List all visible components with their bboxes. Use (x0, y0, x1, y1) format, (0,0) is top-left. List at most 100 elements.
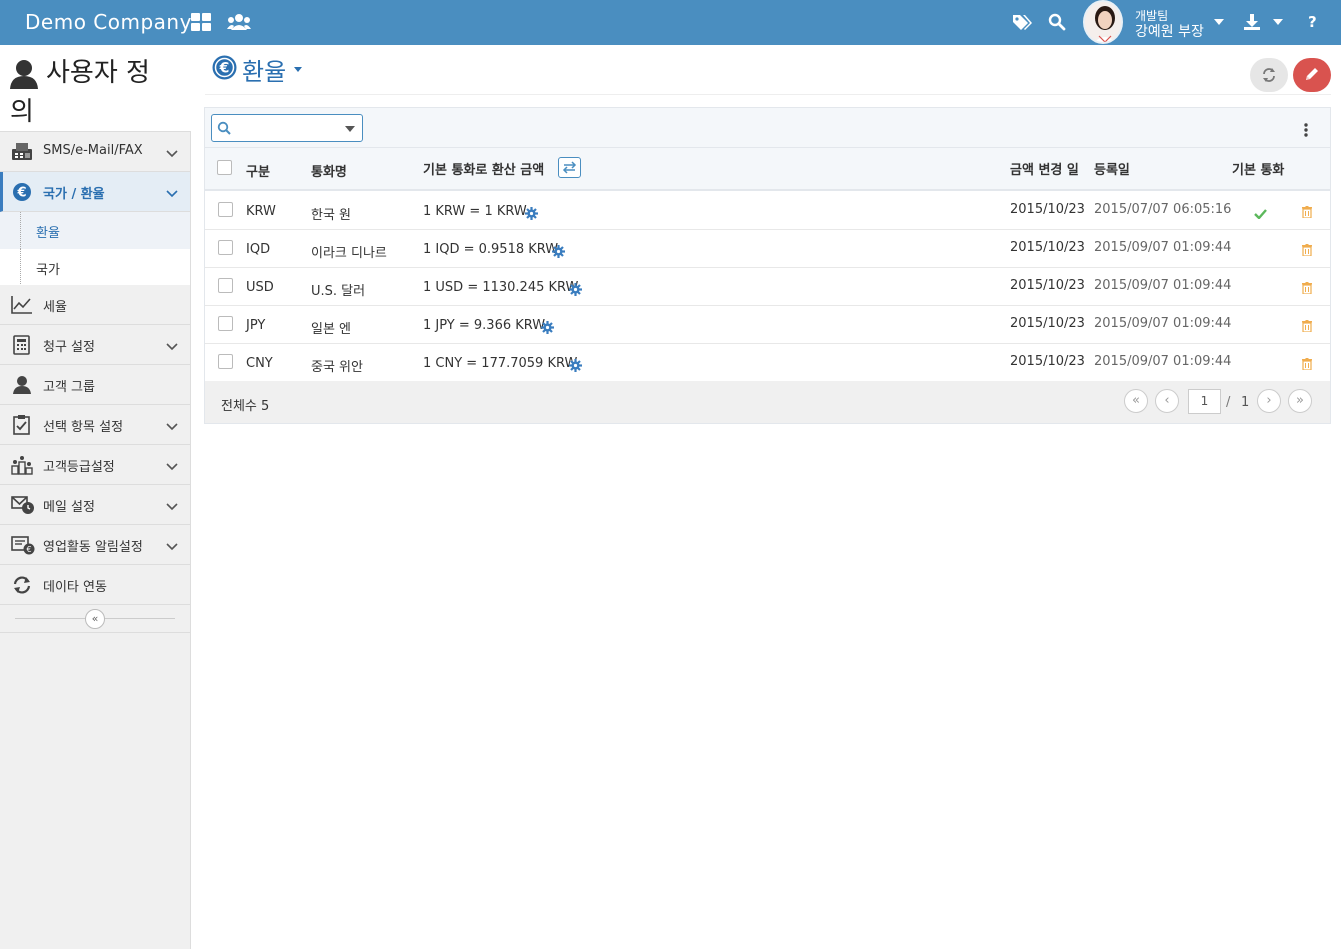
sidebar: 사용자 정 의 SMS/e-Mail/FAX € 국가 / 환율 환율 국가 세… (0, 45, 191, 949)
download-menu-caret-icon[interactable] (1273, 19, 1283, 25)
currency-code: JPY (246, 318, 266, 333)
currency-code: KRW (246, 204, 276, 219)
row-checkbox[interactable] (218, 278, 233, 293)
gear-icon[interactable] (569, 281, 582, 300)
table-row[interactable]: IQD 이라크 디나르 1 IQD = 0.9518 KRW 2015/10/2… (205, 230, 1330, 268)
gear-icon[interactable] (552, 243, 565, 262)
conversion-amount[interactable]: 1 CNY = 177.7059 KRW (423, 356, 577, 371)
table-row[interactable]: USD U.S. 달러 1 USD = 1130.245 KRW 2015/10… (205, 268, 1330, 306)
brand-name[interactable]: Demo Company (25, 10, 192, 34)
registered-date: 2015/07/07 06:05:16 (1094, 202, 1232, 217)
trash-icon[interactable] (1302, 279, 1312, 298)
page-title[interactable]: 환율 (242, 52, 286, 87)
search-icon[interactable] (1048, 13, 1066, 35)
grid-footer: 전체수 5 « ‹ 1 / 1 › » (205, 381, 1330, 423)
grid-header-row: 구분 통화명 기본 통화로 환산 금액 금액 변경 일 등록일 기본 통화 (205, 148, 1330, 191)
sidebar-subitem-label: 국가 (36, 263, 60, 278)
sidebar-subitem-country[interactable]: 국가 (0, 249, 190, 286)
currency-name: 일본 엔 (311, 322, 352, 337)
sidebar-item-sales-notification[interactable]: € 영업활동 알림설정 (0, 525, 190, 565)
user-name[interactable]: 강예원 부장 (1135, 21, 1204, 41)
sidebar-title: 사용자 정 (46, 58, 150, 88)
sidebar-item-data-sync[interactable]: 데이타 연동 (0, 565, 190, 605)
gear-icon[interactable] (569, 357, 582, 376)
sidebar-item-tax-rate[interactable]: 세율 (0, 285, 190, 325)
page-number-input[interactable]: 1 (1188, 389, 1221, 414)
currency-name: 한국 원 (311, 208, 352, 223)
row-checkbox[interactable] (218, 316, 233, 331)
sidebar-item-selection-settings[interactable]: 선택 항목 설정 (0, 405, 190, 445)
registered-date: 2015/09/07 01:09:44 (1094, 354, 1232, 369)
chevron-down-icon (166, 417, 178, 431)
prev-page-button[interactable]: ‹ (1155, 389, 1179, 413)
user-silhouette-icon (9, 59, 39, 93)
select-all-checkbox[interactable] (217, 160, 232, 175)
trash-icon[interactable] (1302, 203, 1312, 222)
changed-date: 2015/10/23 (1010, 316, 1085, 331)
trash-icon[interactable] (1302, 355, 1312, 374)
column-header-kind[interactable]: 구분 (246, 161, 270, 180)
refresh-button[interactable] (1250, 58, 1288, 92)
table-row[interactable]: CNY 중국 위안 1 CNY = 177.7059 KRW 2015/10/2… (205, 344, 1330, 382)
more-options-icon[interactable] (1304, 122, 1308, 141)
sidebar-item-label: SMS/e-Mail/FAX (43, 143, 143, 158)
next-page-button[interactable]: › (1257, 389, 1281, 413)
exchange-arrows-icon (562, 161, 577, 174)
avatar[interactable] (1083, 0, 1123, 44)
sidebar-item-mail-settings[interactable]: 메일 설정 (0, 485, 190, 525)
sidebar-item-customer-grade[interactable]: 고객등급설정 (0, 445, 190, 485)
column-header-currency-name[interactable]: 통화명 (311, 161, 347, 180)
conversion-amount[interactable]: 1 JPY = 9.366 KRW (423, 318, 545, 333)
table-row[interactable]: KRW 한국 원 1 KRW = 1 KRW 2015/10/23 2015/0… (205, 192, 1330, 230)
mail-clock-icon (11, 495, 34, 515)
user-menu-caret-icon[interactable] (1214, 19, 1224, 25)
edit-button[interactable] (1293, 58, 1331, 92)
sidebar-item-sms-email-fax[interactable]: SMS/e-Mail/FAX (0, 132, 190, 172)
sidebar-item-country-exchange[interactable]: € 국가 / 환율 (0, 172, 190, 212)
title-dropdown-caret-icon[interactable] (294, 67, 302, 72)
tree-line (20, 212, 21, 249)
grid-icon[interactable] (191, 12, 211, 36)
row-checkbox[interactable] (218, 240, 233, 255)
sidebar-item-label: 데이타 연동 (43, 580, 107, 595)
conversion-amount[interactable]: 1 USD = 1130.245 KRW (423, 280, 578, 295)
page-total: 1 (1241, 395, 1250, 410)
trash-icon[interactable] (1302, 317, 1312, 336)
sidebar-item-label: 세율 (43, 300, 67, 315)
sidebar-subitem-label: 환율 (36, 226, 60, 241)
last-page-button[interactable]: » (1288, 389, 1312, 413)
help-icon[interactable]: ? (1308, 13, 1317, 31)
column-header-changed-date[interactable]: 금액 변경 일 (1010, 159, 1079, 178)
line-chart-icon (11, 295, 33, 315)
sidebar-item-label: 국가 / 환율 (43, 187, 105, 202)
tree-line (20, 249, 21, 286)
sidebar-item-customer-group[interactable]: 고객 그룹 (0, 365, 190, 405)
tags-icon[interactable] (1012, 13, 1032, 35)
sidebar-collapse-row: « (0, 605, 190, 633)
search-dropdown-caret-icon[interactable] (345, 126, 355, 132)
gear-icon[interactable] (541, 319, 554, 338)
sidebar-header: 사용자 정 의 (0, 45, 191, 132)
gear-icon[interactable] (525, 205, 538, 224)
total-count: 전체수 5 (221, 399, 270, 414)
collapse-sidebar-button[interactable]: « (85, 609, 105, 629)
users-icon[interactable] (227, 12, 251, 36)
conversion-amount[interactable]: 1 IQD = 0.9518 KRW (423, 242, 558, 257)
sidebar-item-billing-settings[interactable]: 청구 설정 (0, 325, 190, 365)
sidebar-subitem-exchange-rate[interactable]: 환율 (0, 212, 190, 249)
currency-code: USD (246, 280, 274, 295)
conversion-amount[interactable]: 1 KRW = 1 KRW (423, 204, 527, 219)
chevron-down-icon (166, 497, 178, 511)
search-input[interactable] (211, 114, 363, 142)
first-page-button[interactable]: « (1124, 389, 1148, 413)
swap-currency-button[interactable] (558, 157, 581, 178)
column-header-conversion[interactable]: 기본 통화로 환산 금액 (423, 159, 544, 178)
table-row[interactable]: JPY 일본 엔 1 JPY = 9.366 KRW 2015/10/23 20… (205, 306, 1330, 344)
trash-icon[interactable] (1302, 241, 1312, 260)
download-icon[interactable] (1243, 13, 1261, 35)
column-header-base-currency[interactable]: 기본 통화 (1232, 159, 1284, 178)
chevron-down-icon (166, 144, 178, 158)
row-checkbox[interactable] (218, 202, 233, 217)
column-header-registered[interactable]: 등록일 (1094, 159, 1130, 178)
row-checkbox[interactable] (218, 354, 233, 369)
